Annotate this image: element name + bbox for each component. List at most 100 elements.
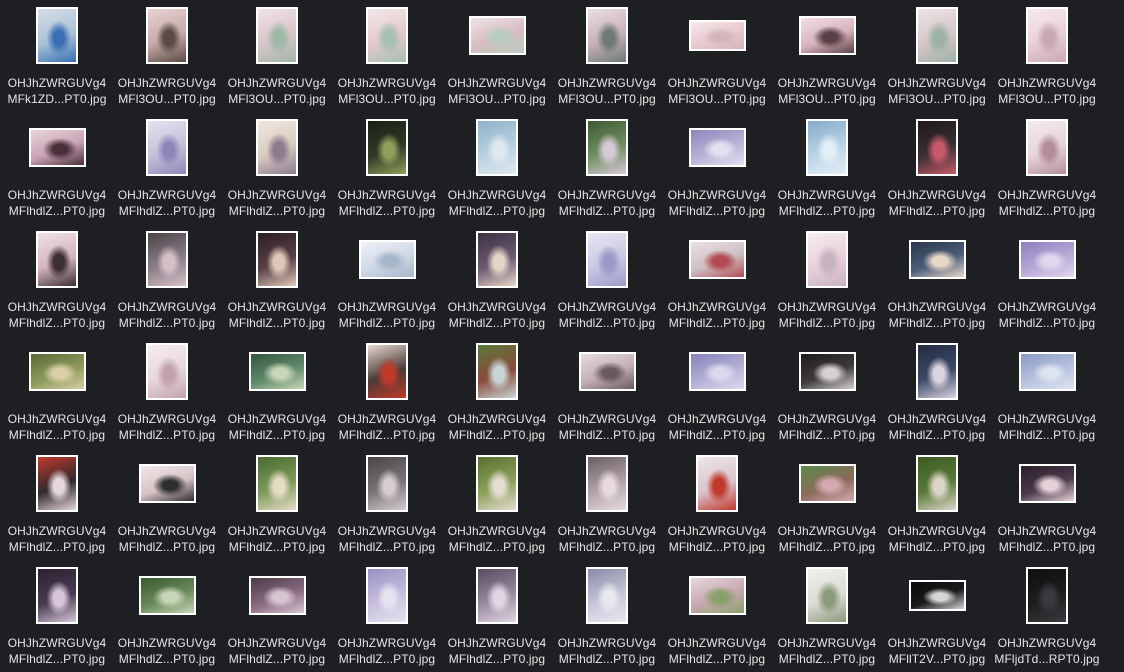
image-thumbnail[interactable]	[586, 455, 628, 512]
image-thumbnail[interactable]	[29, 352, 86, 391]
file-item[interactable]: OHJhZWRGUVg4 MFlhdlZ...PT0.jpg	[992, 118, 1102, 230]
file-item[interactable]: OHJhZWRGUVg4 MFlhdlZ...PT0.jpg	[772, 342, 882, 454]
image-thumbnail[interactable]	[476, 119, 518, 176]
image-thumbnail[interactable]	[586, 119, 628, 176]
image-thumbnail[interactable]	[909, 240, 966, 279]
file-item[interactable]: OHJhZWRGUVg4 MFlhdlZ...PT0.jpg	[332, 118, 442, 230]
image-thumbnail[interactable]	[256, 7, 298, 64]
image-thumbnail[interactable]	[1026, 567, 1068, 624]
file-item[interactable]: OHJhZWRGUVg4 MFlhdlZ...PT0.jpg	[772, 454, 882, 566]
file-item[interactable]: OHJhZWRGUVg4 MFlhdlZ...PT0.jpg	[772, 566, 882, 672]
file-item[interactable]: OHJhZWRGUVg4 MFlhdlZ...PT0.jpg	[662, 230, 772, 342]
file-item[interactable]: OHJhZWRGUVg4 MFlhdlZ...PT0.jpg	[112, 342, 222, 454]
image-thumbnail[interactable]	[366, 455, 408, 512]
image-thumbnail[interactable]	[256, 119, 298, 176]
image-thumbnail[interactable]	[366, 567, 408, 624]
image-thumbnail[interactable]	[586, 7, 628, 64]
image-thumbnail[interactable]	[36, 7, 78, 64]
image-thumbnail[interactable]	[139, 464, 196, 503]
file-item[interactable]: OHJhZWRGUVg4 MFl3OU...PT0.jpg	[222, 6, 332, 118]
file-item[interactable]: OHJhZWRGUVg4 MFlhdlZ...PT0.jpg	[112, 454, 222, 566]
file-item[interactable]: OHJhZWRGUVg4 MFlhdlZ...PT0.jpg	[2, 566, 112, 672]
image-thumbnail[interactable]	[139, 576, 196, 615]
file-item[interactable]: OHJhZWRGUVg4 MFlhdlZ...PT0.jpg	[662, 454, 772, 566]
image-thumbnail[interactable]	[366, 119, 408, 176]
image-thumbnail[interactable]	[689, 576, 746, 615]
file-item[interactable]: OHJhZWRGUVg4 MFlhdlZ...PT0.jpg	[772, 230, 882, 342]
file-item[interactable]: OHJhZWRGUVg4 MFllT2V...PT0.jpg	[882, 566, 992, 672]
image-thumbnail[interactable]	[916, 455, 958, 512]
file-item[interactable]: OHJhZWRGUVg4 MFlhdlZ...PT0.jpg	[2, 454, 112, 566]
image-thumbnail[interactable]	[366, 343, 408, 400]
image-thumbnail[interactable]	[146, 231, 188, 288]
image-thumbnail[interactable]	[799, 464, 856, 503]
file-item[interactable]: OHJhZWRGUVg4 MFl3OU...PT0.jpg	[772, 6, 882, 118]
file-item[interactable]: OHJhZWRGUVg4 MFl3OU...PT0.jpg	[662, 6, 772, 118]
file-item[interactable]: OHJhZWRGUVg4 MFk1ZD...PT0.jpg	[2, 6, 112, 118]
file-item[interactable]: OHJhZWRGUVg4 MFlhdlZ...PT0.jpg	[2, 230, 112, 342]
image-thumbnail[interactable]	[249, 576, 306, 615]
image-thumbnail[interactable]	[249, 352, 306, 391]
file-item[interactable]: OHJhZWRGUVg4 MFlhdlZ...PT0.jpg	[112, 566, 222, 672]
image-thumbnail[interactable]	[806, 119, 848, 176]
file-item[interactable]: OHJhZWRGUVg4 MFlhdlZ...PT0.jpg	[992, 454, 1102, 566]
file-item[interactable]: OHJhZWRGUVg4 MFlhdlZ...PT0.jpg	[442, 230, 552, 342]
image-thumbnail[interactable]	[1026, 7, 1068, 64]
image-thumbnail[interactable]	[476, 567, 518, 624]
file-item[interactable]: OHJhZWRGUVg4 MFlhdlZ...PT0.jpg	[552, 454, 662, 566]
image-thumbnail[interactable]	[36, 455, 78, 512]
image-thumbnail[interactable]	[806, 567, 848, 624]
image-thumbnail[interactable]	[469, 16, 526, 55]
file-item[interactable]: OHJhZWRGUVg4 MFlhdlZ...PT0.jpg	[992, 342, 1102, 454]
file-item[interactable]: OHJhZWRGUVg4 MFlhdlZ...PT0.jpg	[332, 454, 442, 566]
file-item[interactable]: OHJhZWRGUVg4 MFlhdlZ...PT0.jpg	[552, 566, 662, 672]
image-thumbnail[interactable]	[1019, 240, 1076, 279]
file-item[interactable]: OHJhZWRGUVg4 MFlhdlZ...PT0.jpg	[222, 454, 332, 566]
image-thumbnail[interactable]	[806, 231, 848, 288]
file-item[interactable]: OHJhZWRGUVg4 MFlhdlZ...PT0.jpg	[222, 118, 332, 230]
image-thumbnail[interactable]	[366, 7, 408, 64]
file-item[interactable]: OHJhZWRGUVg4 MFlhdlZ...PT0.jpg	[882, 454, 992, 566]
file-item[interactable]: OHJhZWRGUVg4 MFlhdlZ...PT0.jpg	[222, 230, 332, 342]
image-thumbnail[interactable]	[909, 580, 966, 611]
file-item[interactable]: OHJhZWRGUVg4 MFlhdlZ...PT0.jpg	[442, 342, 552, 454]
file-item[interactable]: OHJhZWRGUVg4 MFl3OU...PT0.jpg	[882, 6, 992, 118]
file-item[interactable]: OHJhZWRGUVg4 MFlhdlZ...PT0.jpg	[442, 118, 552, 230]
image-thumbnail[interactable]	[1019, 352, 1076, 391]
file-item[interactable]: OHJhZWRGUVg4 MFlhdlZ...PT0.jpg	[222, 342, 332, 454]
image-thumbnail[interactable]	[359, 240, 416, 279]
file-item[interactable]: OHJhZWRGUVg4 MFlhdlZ...PT0.jpg	[992, 230, 1102, 342]
file-item[interactable]: OHJhZWRGUVg4 MFlhdlZ...PT0.jpg	[662, 118, 772, 230]
image-thumbnail[interactable]	[579, 352, 636, 391]
image-thumbnail[interactable]	[36, 567, 78, 624]
file-item[interactable]: OHJhZWRGUVg4 MFlhdlZ...PT0.jpg	[772, 118, 882, 230]
file-item[interactable]: OHJhZWRGUVg4 MFlhdlZ...PT0.jpg	[442, 566, 552, 672]
file-item[interactable]: OHJhZWRGUVg4 MFl3OU...PT0.jpg	[442, 6, 552, 118]
file-item[interactable]: OHJhZWRGUVg4 MFlhdlZ...PT0.jpg	[552, 342, 662, 454]
image-thumbnail[interactable]	[36, 231, 78, 288]
image-thumbnail[interactable]	[586, 567, 628, 624]
image-thumbnail[interactable]	[1026, 119, 1068, 176]
file-item[interactable]: OHJhZWRGUVg4 MFl3OU...PT0.jpg	[552, 6, 662, 118]
file-item[interactable]: OHJhZWRGUVg4 MFlhdlZ...PT0.jpg	[882, 118, 992, 230]
image-thumbnail[interactable]	[146, 343, 188, 400]
image-thumbnail[interactable]	[689, 352, 746, 391]
image-thumbnail[interactable]	[146, 119, 188, 176]
image-thumbnail[interactable]	[689, 240, 746, 279]
file-item[interactable]: OHJhZWRGUVg4 MFlhdlZ...PT0.jpg	[552, 230, 662, 342]
file-item[interactable]: OHJhZWRGUVg4 MFlhdlZ...PT0.jpg	[2, 342, 112, 454]
file-item[interactable]: OHJhZWRGUVg4 MFlhdlZ...PT0.jpg	[112, 118, 222, 230]
file-item[interactable]: OHJhZWRGUVg4 MFlhdlZ...PT0.jpg	[112, 230, 222, 342]
file-item[interactable]: OHJhZWRGUVg4 MFlhdlZ...PT0.jpg	[662, 566, 772, 672]
image-thumbnail[interactable]	[586, 231, 628, 288]
image-thumbnail[interactable]	[256, 455, 298, 512]
image-thumbnail[interactable]	[916, 7, 958, 64]
image-thumbnail[interactable]	[916, 119, 958, 176]
file-item[interactable]: OHJhZWRGUVg4 MFlhdlZ...PT0.jpg	[332, 342, 442, 454]
file-item[interactable]: OHJhZWRGUVg4 MFlhdlZ...PT0.jpg	[442, 454, 552, 566]
file-item[interactable]: OHJhZWRGUVg4 MFlhdlZ...PT0.jpg	[662, 342, 772, 454]
file-item[interactable]: OHJhZWRGUVg4 MFl3OU...PT0.jpg	[992, 6, 1102, 118]
file-item[interactable]: OHJhZWRGUVg4 MFlhdlZ...PT0.jpg	[2, 118, 112, 230]
file-item[interactable]: OHJhZWRGUVg4 MFl3OU...PT0.jpg	[112, 6, 222, 118]
file-item[interactable]: OHJhZWRGUVg4 MFl3OU...PT0.jpg	[332, 6, 442, 118]
